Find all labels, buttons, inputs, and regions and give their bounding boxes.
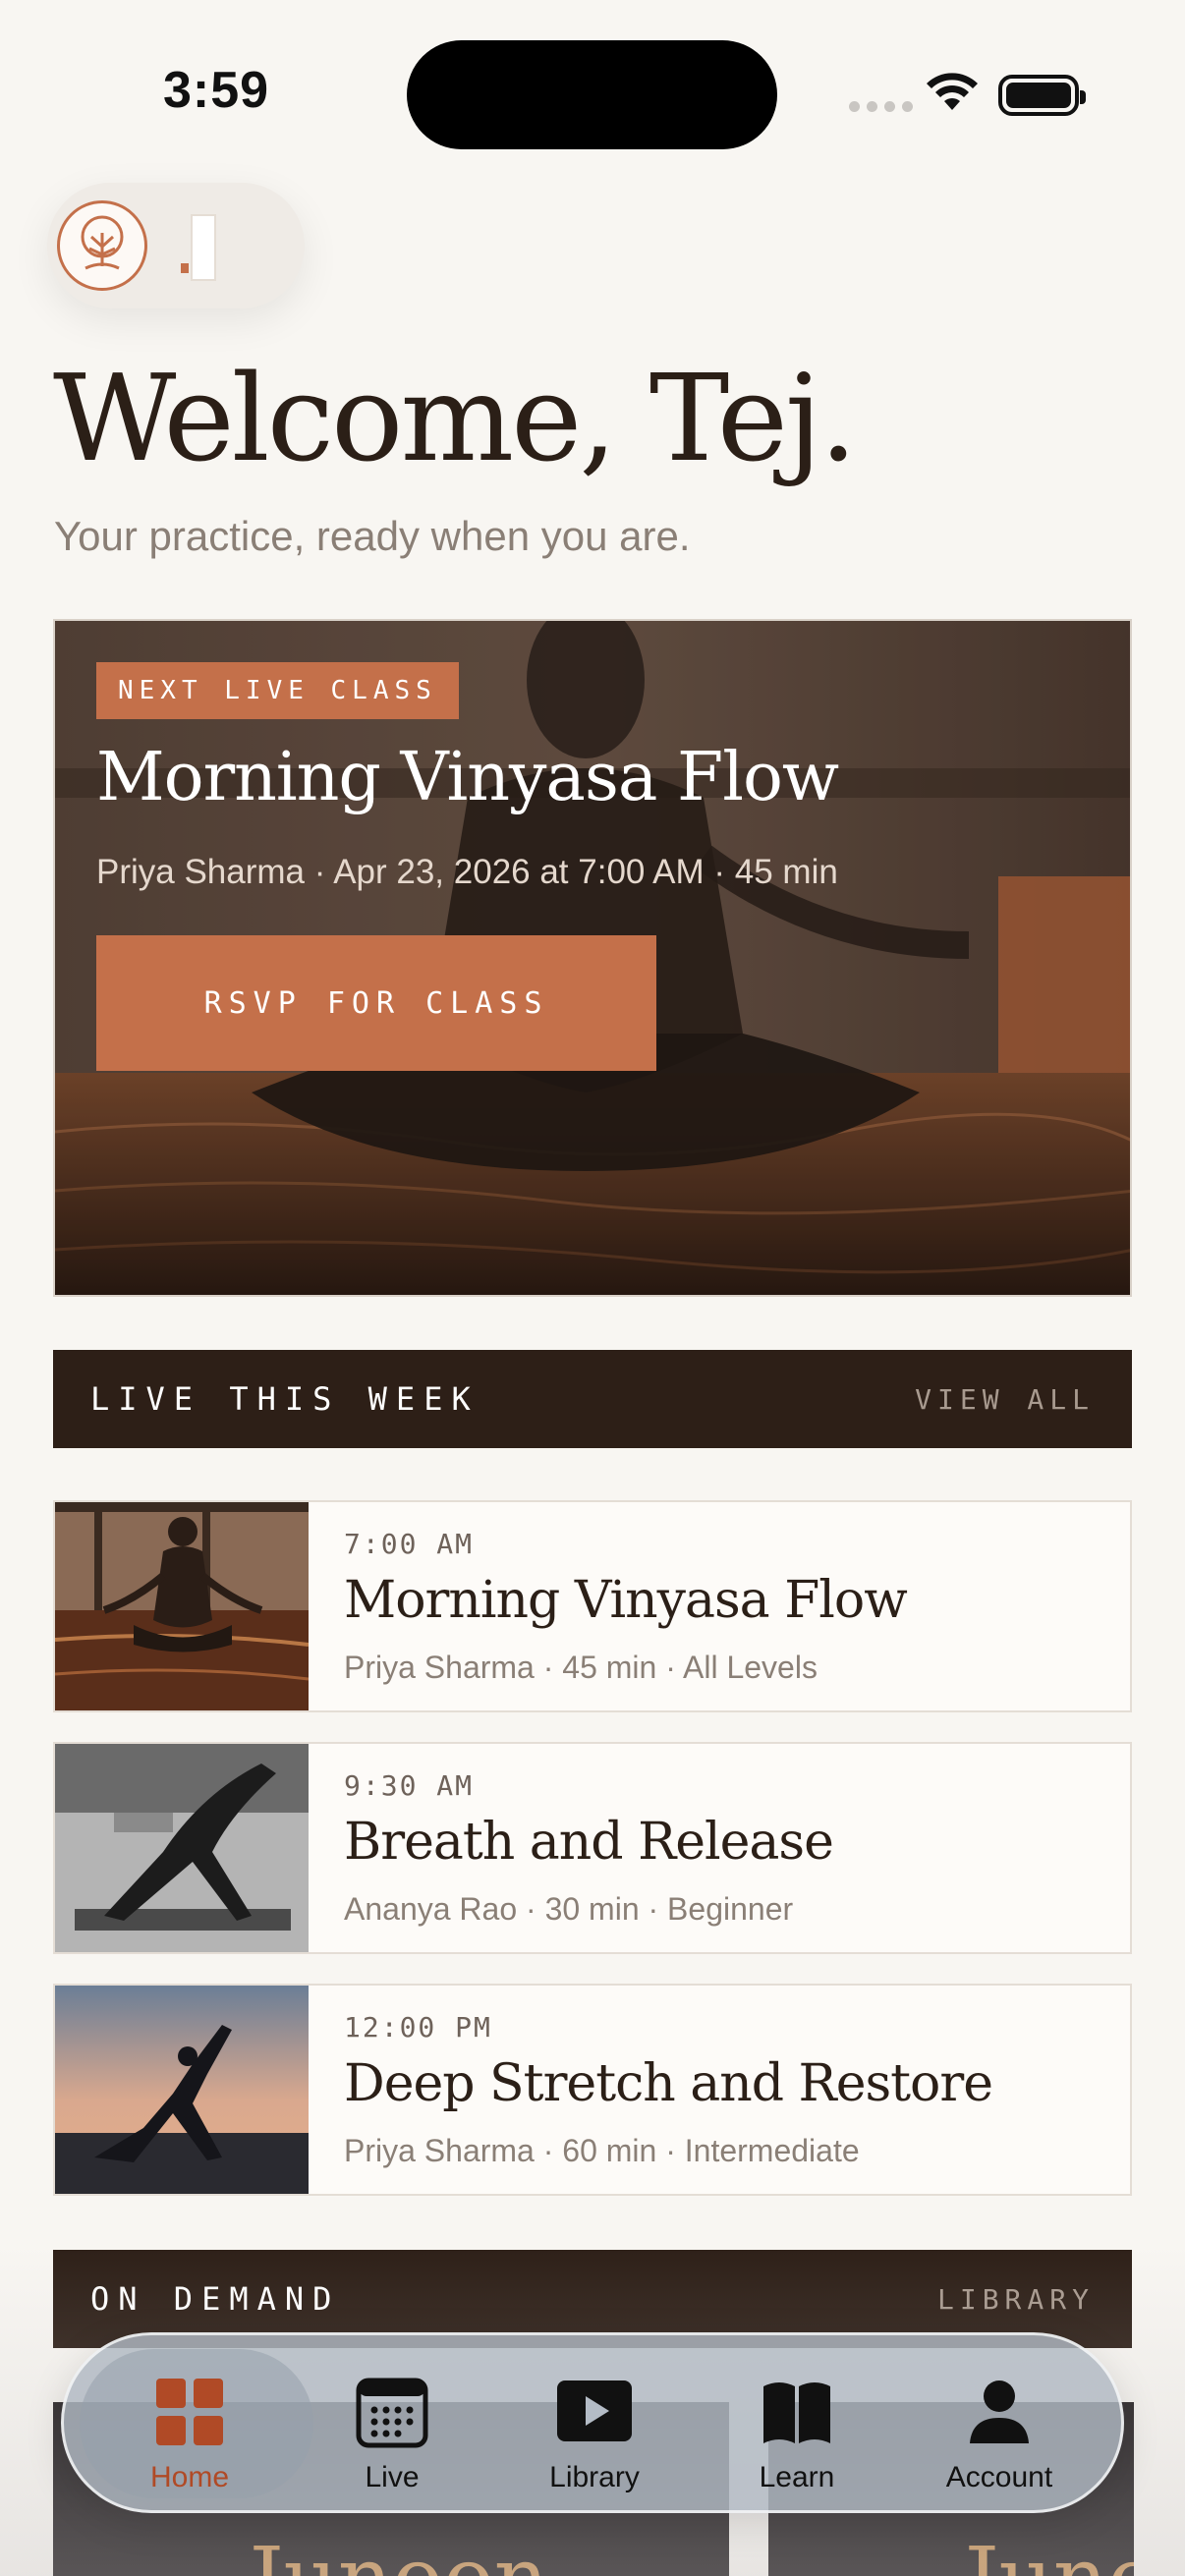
person-icon: [970, 2380, 1029, 2443]
view-all-link[interactable]: VIEW ALL: [915, 1383, 1095, 1416]
class-card[interactable]: 7:00 AM Morning Vinyasa Flow Priya Sharm…: [53, 1500, 1132, 1712]
tab-library[interactable]: Library: [496, 2335, 693, 2516]
class-card[interactable]: 9:30 AM Breath and Release Ananya Rao · …: [53, 1742, 1132, 1954]
section-title: ON DEMAND: [90, 2280, 341, 2318]
class-title: Morning Vinyasa Flow: [344, 1571, 908, 1630]
brand-logo-button[interactable]: [47, 183, 305, 308]
next-live-class-card[interactable]: NEXT LIVE CLASS Morning Vinyasa Flow Pri…: [53, 619, 1132, 1297]
hero-class-title: Morning Vinyasa Flow: [96, 739, 839, 816]
page-subtitle: Your practice, ready when you are.: [54, 513, 691, 559]
status-bar: 3:59: [0, 0, 1185, 187]
class-thumbnail-image: [55, 1986, 309, 2194]
rsvp-button[interactable]: RSVP FOR CLASS: [96, 935, 656, 1071]
play-icon: [557, 2380, 632, 2441]
cellular-signal-icon: [849, 101, 913, 112]
page-title: Welcome, Tej.: [53, 349, 858, 488]
battery-icon: [998, 75, 1086, 116]
card-title: Junoon: [965, 2530, 1134, 2576]
dynamic-island: [407, 40, 777, 149]
class-card[interactable]: 12:00 PM Deep Stretch and Restore Priya …: [53, 1984, 1132, 2196]
tab-label: Account: [945, 2461, 1053, 2493]
tab-account[interactable]: Account: [901, 2335, 1098, 2516]
class-meta: Priya Sharma · 45 min · All Levels: [344, 1650, 818, 1685]
tab-label: Live: [365, 2461, 420, 2493]
class-time: 7:00 AM: [344, 1528, 475, 1560]
next-live-class-tag: NEXT LIVE CLASS: [96, 662, 459, 719]
tree-logo-icon: [57, 200, 147, 291]
tab-label: Home: [149, 2461, 230, 2493]
tab-learn[interactable]: Learn: [699, 2335, 895, 2516]
home-grid-icon: [156, 2379, 223, 2445]
logo-wordmark-placeholder: [191, 214, 216, 281]
class-time: 9:30 AM: [344, 1769, 475, 1802]
calendar-icon: [356, 2378, 428, 2448]
book-icon: [763, 2382, 830, 2443]
class-title: Deep Stretch and Restore: [344, 2054, 993, 2113]
section-title: LIVE THIS WEEK: [90, 1380, 480, 1418]
tab-live[interactable]: Live: [294, 2335, 490, 2516]
bottom-tab-bar: Home Live Library Learn Account: [61, 2332, 1124, 2513]
hero-class-meta: Priya Sharma · Apr 23, 2026 at 7:00 AM ·…: [96, 853, 838, 891]
card-title: Junoon: [250, 2530, 548, 2576]
wifi-icon: [927, 73, 978, 110]
class-time: 12:00 PM: [344, 2011, 492, 2044]
tab-label: Learn: [759, 2461, 835, 2493]
class-meta: Ananya Rao · 30 min · Beginner: [344, 1891, 794, 1927]
class-meta: Priya Sharma · 60 min · Intermediate: [344, 2133, 860, 2168]
class-thumbnail-image: [55, 1502, 309, 1710]
live-this-week-header: LIVE THIS WEEK VIEW ALL: [53, 1350, 1132, 1448]
status-time: 3:59: [163, 62, 270, 119]
class-thumbnail-image: [55, 1744, 309, 1952]
tab-label: Library: [549, 2461, 640, 2493]
tab-home[interactable]: Home: [80, 2335, 313, 2516]
class-title: Breath and Release: [344, 1813, 834, 1872]
library-link[interactable]: LIBRARY: [937, 2283, 1095, 2316]
